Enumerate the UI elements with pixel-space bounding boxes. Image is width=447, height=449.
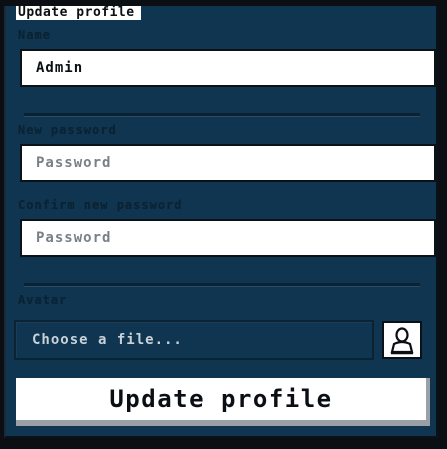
confirm-password-label: Confirm new password xyxy=(18,198,183,212)
avatar-label: Avatar xyxy=(18,293,68,307)
new-password-label: New password xyxy=(18,123,117,137)
new-password-field[interactable]: Password xyxy=(20,144,436,182)
name-label: Name xyxy=(18,28,51,42)
avatar-file-input[interactable]: Choose a file... xyxy=(14,320,374,360)
update-profile-form: Update profile Name Admin New password P… xyxy=(4,6,438,438)
confirm-password-field[interactable]: Password xyxy=(20,219,436,257)
section-divider xyxy=(24,113,420,117)
name-field[interactable]: Admin xyxy=(20,49,436,87)
update-profile-button[interactable]: Update profile xyxy=(16,378,430,426)
avatar-upload-button[interactable] xyxy=(382,321,422,359)
form-legend: Update profile xyxy=(16,6,141,20)
user-icon xyxy=(390,327,414,355)
section-divider xyxy=(24,283,420,287)
